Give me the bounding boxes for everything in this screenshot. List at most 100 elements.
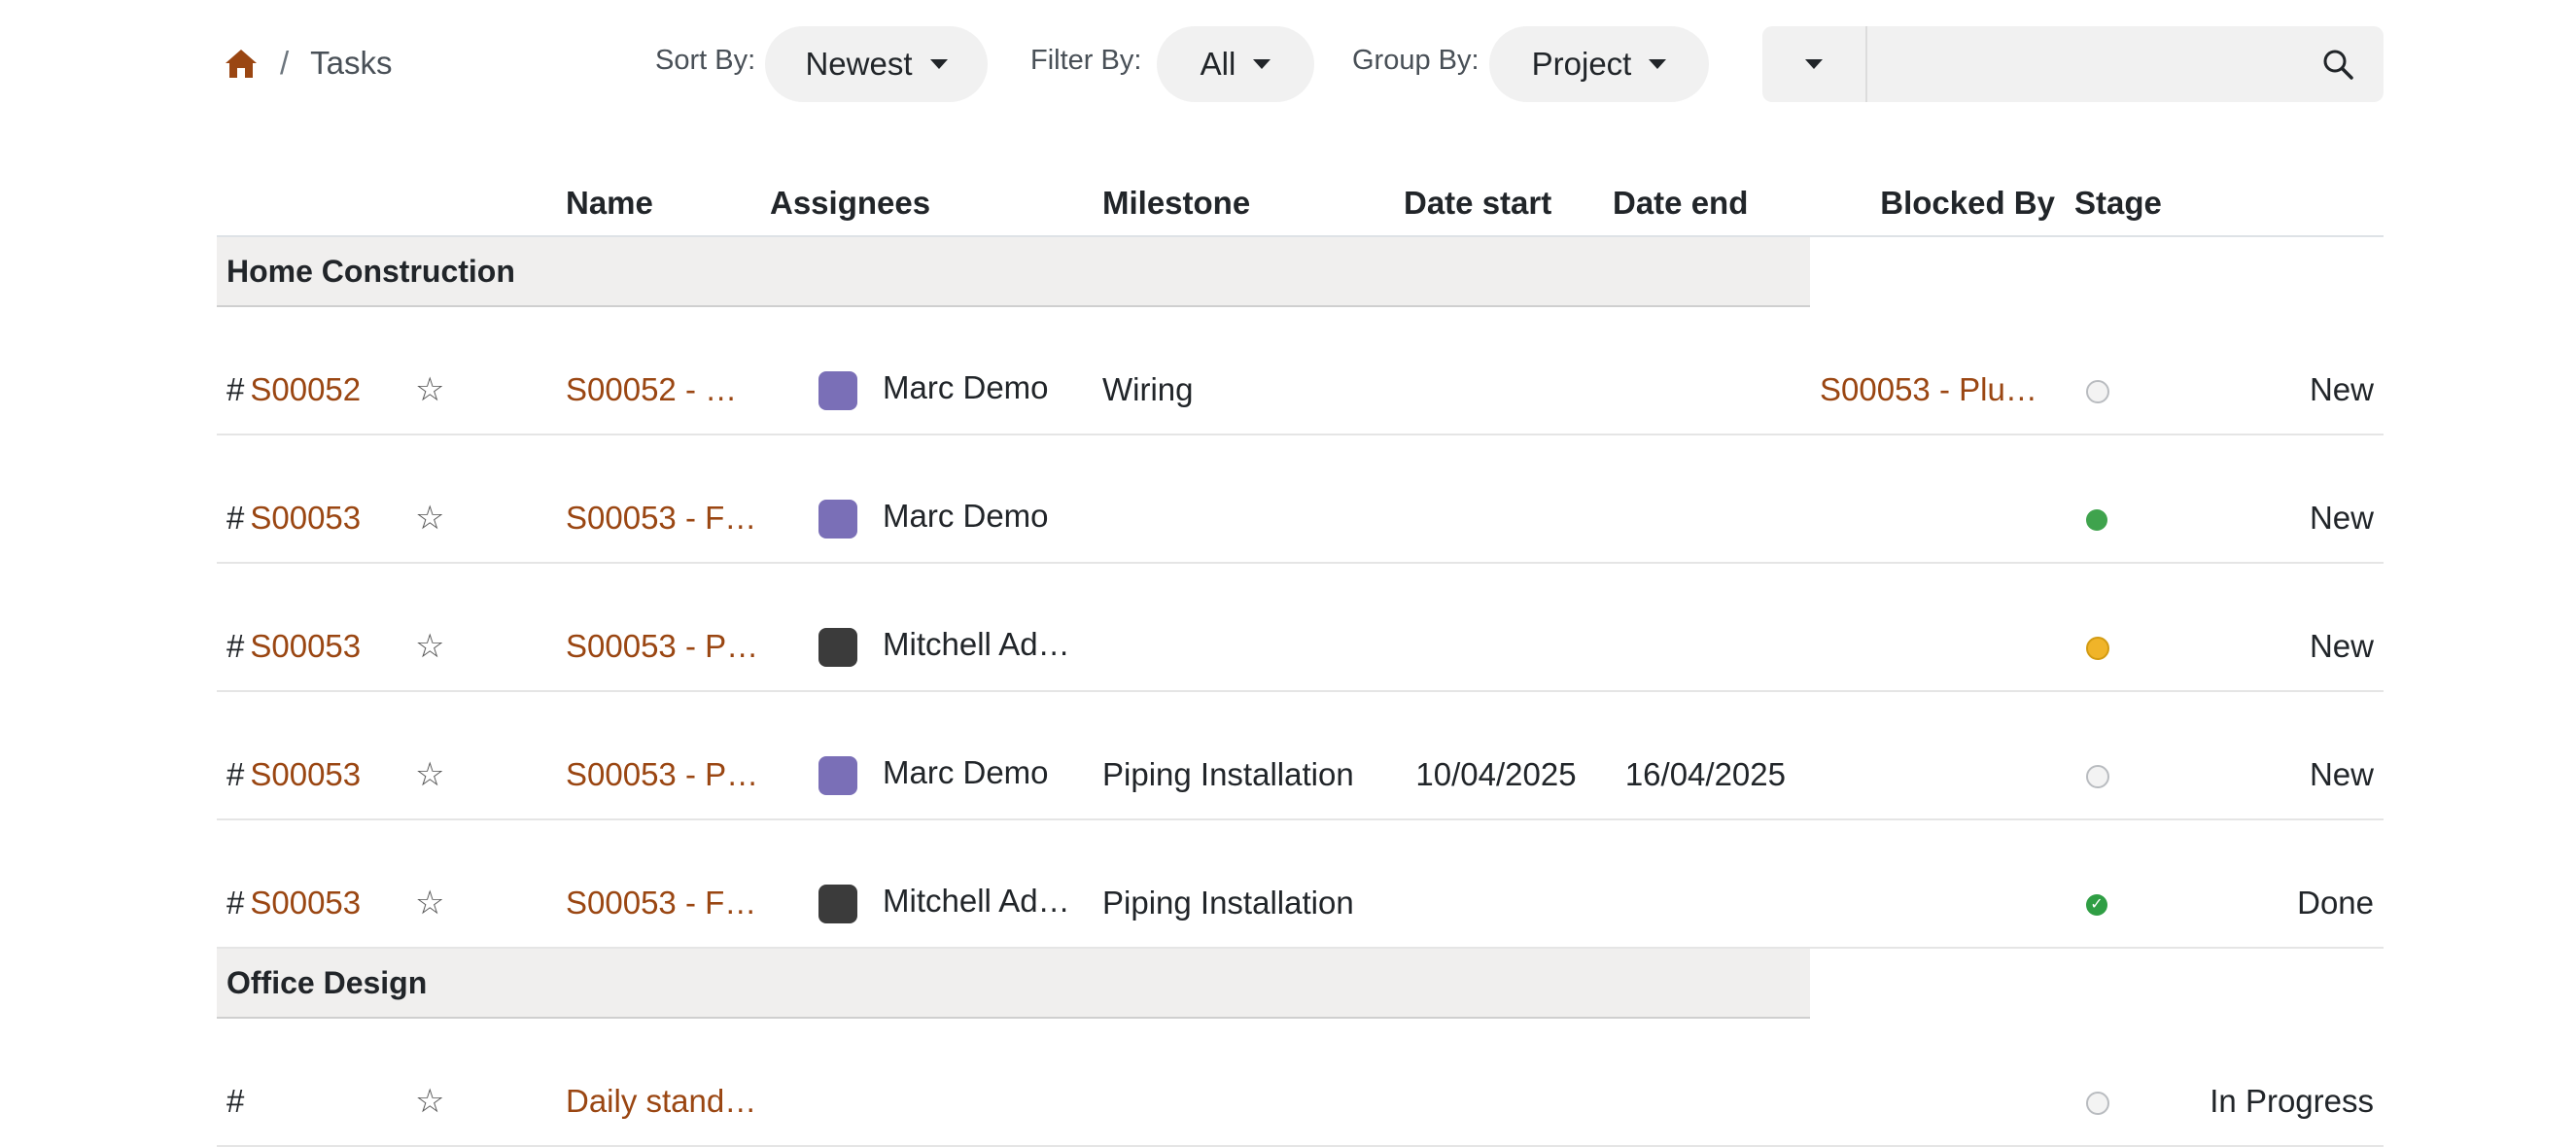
sale-order-link[interactable]: S00052 (250, 371, 361, 407)
table-row[interactable]: #S00052 ☆ S00052 - Wiring Serv... Marc Demo… (217, 346, 2384, 435)
col-stage[interactable]: Stage (2065, 171, 2384, 237)
hash-label: # (226, 500, 245, 536)
table-header: Name Assignees Milestone Date start Date… (217, 171, 2384, 237)
col-ref (217, 171, 381, 237)
chevron-down-icon (1253, 59, 1271, 69)
table-row[interactable]: #S00053 ☆ S00053 - Flooring Ser... Mitchell… (217, 859, 2384, 949)
assignee-name: Mitchell Admin (883, 883, 1090, 920)
spacer-cell (770, 434, 2384, 474)
table-row[interactable]: #S00053 ☆ S00053 - Furniture A... Marc Demo… (217, 474, 2384, 564)
cell-ref: # S00053 (217, 859, 381, 949)
star-icon[interactable]: ☆ (415, 885, 444, 921)
group-value: Project (1531, 46, 1632, 82)
cell-blocked-by[interactable] (1810, 1058, 2065, 1147)
spacer-cell (770, 819, 2384, 859)
sale-order-link[interactable]: S00053 (250, 500, 361, 536)
cell-blocked-by[interactable] (1810, 603, 2065, 692)
col-date-start[interactable]: Date start (1399, 171, 1603, 237)
cell-milestone (1096, 1058, 1399, 1147)
star-icon[interactable]: ☆ (415, 756, 444, 793)
status-indicator[interactable]: ✓ (2086, 885, 2107, 921)
sale-order-link[interactable]: S00053 (250, 756, 361, 792)
task-name-link[interactable]: S00052 - Wiring Serv... (556, 346, 770, 435)
sale-order-link[interactable]: S00053 (250, 885, 361, 921)
col-assignees[interactable]: Assignees (770, 171, 1096, 237)
search-options-dropdown[interactable] (1762, 26, 1867, 102)
cell-milestone (1096, 603, 1399, 692)
status-indicator[interactable] (2086, 756, 2109, 793)
row-spacer (217, 818, 2384, 859)
col-date-end[interactable]: Date end (1603, 171, 1810, 237)
table-row[interactable]: #S00053 ☆ S00053 - Plumbing Se... Marc Demo… (217, 731, 2384, 820)
stage-label: Done (2297, 885, 2374, 921)
sort-dropdown[interactable]: Newest (765, 26, 988, 102)
avatar (818, 370, 857, 410)
row-spacer (217, 305, 2384, 346)
col-blocked-by[interactable]: Blocked By (1810, 171, 2065, 237)
hash-label: # (226, 628, 245, 664)
filter-dropdown[interactable]: All (1157, 26, 1314, 102)
cell-star: ☆ (381, 346, 556, 435)
cell-assignee: Marc Demo (770, 474, 1096, 564)
cell-blocked-by[interactable] (1810, 731, 2065, 820)
cell-stage: New (2065, 731, 2384, 820)
group-name: Office Design (217, 948, 1810, 1019)
star-icon[interactable]: ☆ (415, 371, 444, 408)
status-indicator[interactable] (2086, 628, 2109, 665)
spacer-cell (217, 434, 770, 474)
cell-blocked-by[interactable] (1810, 474, 2065, 564)
table-row[interactable]: # ☆ Daily stand-up meeti... In Progress (217, 1058, 2384, 1147)
col-name[interactable]: Name (556, 171, 770, 237)
table-body: Home Construction#S00052☆S00052 - Wiring… (217, 236, 2384, 1147)
search-group (1762, 26, 2384, 102)
row-spacer (217, 1017, 2384, 1058)
table-row[interactable]: #S00053 ☆ S00053 - Painting Mitchell Admin N… (217, 603, 2384, 692)
cell-date-start (1399, 474, 1603, 564)
cell-star: ☆ (381, 474, 556, 564)
task-name-link[interactable]: S00053 - Painting (556, 603, 770, 692)
check-circle-icon: ✓ (2086, 894, 2107, 917)
task-name-link[interactable]: S00053 - Flooring Ser... (556, 859, 770, 949)
search-input[interactable] (1867, 26, 2292, 102)
cell-milestone (1096, 474, 1399, 564)
cell-date-end: 16/04/2025 (1603, 731, 1810, 820)
col-milestone[interactable]: Milestone (1096, 171, 1399, 237)
cell-date-start (1399, 346, 1603, 435)
cell-blocked-by[interactable] (1810, 859, 2065, 949)
star-icon[interactable]: ☆ (415, 628, 444, 665)
star-icon[interactable]: ☆ (415, 500, 444, 537)
spacer-cell (217, 562, 770, 603)
cell-star: ☆ (381, 859, 556, 949)
task-name-link[interactable]: S00053 - Plumbing Se... (556, 731, 770, 820)
breadcrumb-separator: / (280, 45, 290, 81)
status-indicator[interactable] (2086, 371, 2109, 408)
breadcrumb: / Tasks (224, 45, 393, 82)
cell-blocked-by[interactable]: S00053 - Plumbing ... (1810, 346, 2065, 435)
hash-label: # (226, 371, 245, 407)
sale-order-link[interactable]: S00053 (250, 628, 361, 664)
spacer-cell (770, 306, 2384, 346)
spacer-cell (217, 818, 770, 859)
tasks-table: Name Assignees Milestone Date start Date… (217, 171, 2384, 1147)
assignee-name: Mitchell Admin (883, 626, 1090, 663)
task-name-link[interactable]: S00053 - Furniture A... (556, 474, 770, 564)
breadcrumb-current: Tasks (310, 45, 393, 81)
star-icon[interactable]: ☆ (415, 1083, 444, 1120)
search-icon (2323, 50, 2353, 80)
home-icon[interactable] (224, 47, 259, 80)
task-name-link[interactable]: Daily stand-up meeti... (556, 1058, 770, 1147)
status-indicator[interactable] (2086, 1083, 2109, 1120)
cell-star: ☆ (381, 1058, 556, 1147)
status-dot-icon (2086, 509, 2107, 532)
spacer-cell (770, 563, 2384, 603)
search-button[interactable] (2292, 26, 2384, 102)
cell-date-start (1399, 1058, 1603, 1147)
status-indicator[interactable] (2086, 500, 2107, 537)
group-row[interactable]: Office Design (217, 948, 2384, 1019)
spacer-cell (217, 690, 770, 731)
group-row[interactable]: Home Construction (217, 236, 2384, 307)
row-spacer (217, 690, 2384, 731)
row-spacer (217, 562, 2384, 603)
group-dropdown[interactable]: Project (1489, 26, 1709, 102)
assignee-name: Marc Demo (883, 369, 1049, 406)
